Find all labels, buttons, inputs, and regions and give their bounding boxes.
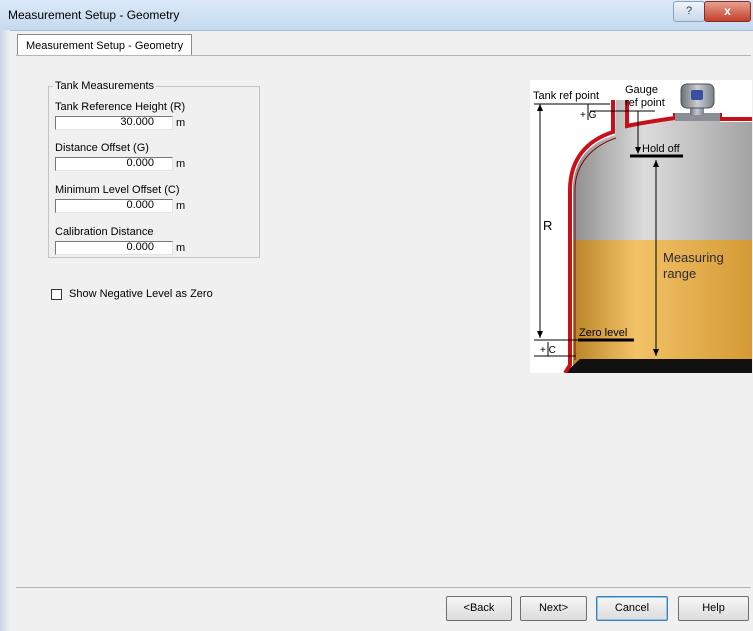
minimum-level-offset-field[interactable]: 0.000: [55, 199, 173, 213]
distance-offset-unit: m: [176, 158, 186, 170]
back-button[interactable]: <Back: [446, 596, 512, 621]
show-negative-level-label: Show Negative Level as Zero: [69, 288, 213, 300]
cancel-button[interactable]: Cancel: [596, 596, 668, 621]
next-button[interactable]: Next>: [520, 596, 587, 621]
minimum-level-offset-value: 0.000: [126, 199, 154, 211]
distance-offset-field[interactable]: 0.000: [55, 157, 173, 171]
help-button[interactable]: Help: [678, 596, 749, 621]
question-icon: ?: [685, 5, 693, 17]
window-left-border: [0, 30, 10, 631]
back-button-label: <Back: [463, 602, 495, 614]
zero-level-text: Zero level: [579, 327, 627, 339]
tank-bottom: [565, 359, 752, 373]
hold-off-text: Hold off: [642, 143, 681, 155]
group-label: Tank Measurements: [55, 80, 155, 92]
calibration-distance-field[interactable]: 0.000: [55, 241, 173, 255]
distance-offset-label: Distance Offset (G): [55, 142, 149, 154]
help-button-label: Help: [702, 602, 725, 614]
show-negative-level-checkbox[interactable]: [51, 289, 62, 300]
cancel-button-label: Cancel: [614, 602, 650, 614]
gauge-ref-point-text-2: ref point: [625, 97, 665, 109]
next-button-label: Next>: [538, 602, 569, 614]
tank-geometry-diagram: Tank ref point Gauge ref point + G Hold …: [530, 80, 752, 373]
close-icon: x: [724, 4, 731, 18]
tank-reference-height-field[interactable]: 30.000: [55, 116, 173, 130]
c-label-text: + C: [540, 345, 556, 356]
window-title: Measurement Setup - Geometry: [8, 8, 180, 22]
gauge-display: [691, 90, 703, 100]
footer-separator: [16, 587, 751, 588]
r-arrow-top: [537, 104, 543, 111]
close-button[interactable]: x: [704, 1, 751, 22]
help-title-button[interactable]: ?: [673, 1, 705, 22]
tank-diagram-svg: Tank ref point Gauge ref point + G Hold …: [533, 83, 752, 373]
title-bar: Measurement Setup - Geometry ? x: [0, 0, 753, 31]
g-label-text: + G: [580, 110, 597, 121]
tank-reference-height-label: Tank Reference Height (R): [55, 101, 186, 113]
distance-offset-value: 0.000: [126, 157, 154, 169]
r-arrow-bottom: [537, 331, 543, 338]
calibration-distance-unit: m: [176, 242, 186, 254]
minimum-level-offset-unit: m: [176, 200, 186, 212]
r-label-text: R: [543, 218, 552, 233]
measuring-range-text-1: Measuring: [663, 250, 724, 265]
tank-reference-height-unit: m: [176, 117, 186, 129]
calibration-distance-label: Calibration Distance: [55, 226, 154, 238]
minimum-level-offset-label: Minimum Level Offset (C): [55, 184, 180, 196]
gauge-ref-point-text-1: Gauge: [625, 84, 658, 96]
tank-ref-point-text: Tank ref point: [533, 90, 599, 102]
measuring-range-text-2: range: [663, 266, 696, 281]
calibration-distance-value: 0.000: [126, 241, 154, 253]
tab-label: Measurement Setup - Geometry: [26, 40, 184, 52]
tab-measurement-setup-geometry[interactable]: Measurement Setup - Geometry: [17, 34, 193, 55]
tank-reference-height-value: 30.000: [120, 116, 154, 128]
